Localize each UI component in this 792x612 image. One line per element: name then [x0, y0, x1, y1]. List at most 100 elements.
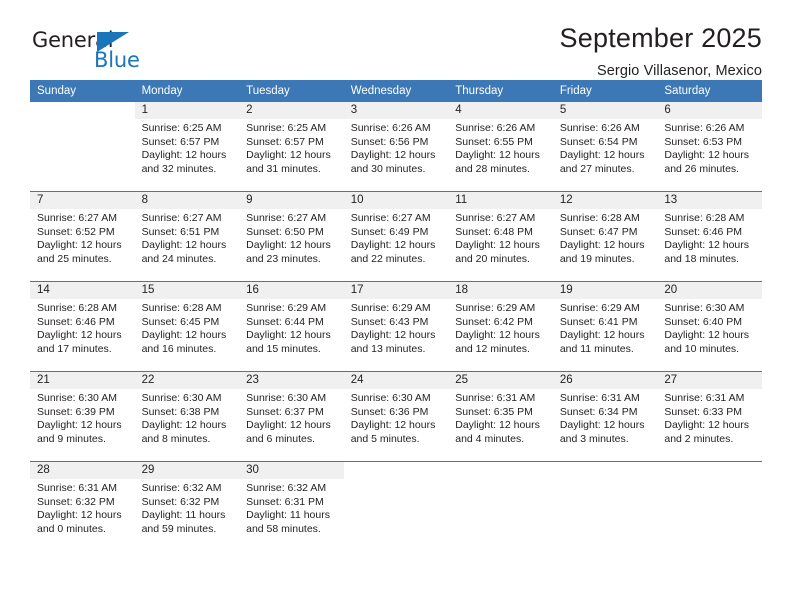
day-number: 10: [343, 192, 449, 209]
sunset-text: Sunset: 6:56 PM: [350, 135, 429, 148]
daylight-text: Daylight: 12 hours and 6 minutes.: [246, 419, 331, 445]
sunset-text: Sunset: 6:31 PM: [246, 495, 324, 508]
calendar-day-cell[interactable]: 3 Sunrise: 6:26 AM Sunset: 6:56 PM Daylight…: [343, 102, 449, 191]
calendar-day-cell[interactable]: 17 Sunrise: 6:29 AM Sunset: 6:43 PM Dayligh…: [343, 282, 449, 371]
daylight-text: Daylight: 12 hours and 4 minutes.: [455, 419, 540, 445]
calendar-day-cell[interactable]: 19 Sunrise: 6:29 AM Sunset: 6:41 PM Dayligh…: [552, 282, 658, 371]
sunset-text: Sunset: 6:47 PM: [559, 225, 638, 238]
day-number: 9: [239, 192, 344, 209]
weekday-header-saturday: Saturday: [657, 80, 762, 102]
calendar-day-cell[interactable]: 9 Sunrise: 6:27 AM Sunset: 6:50 PM Daylight…: [239, 192, 344, 281]
day-number: 15: [134, 282, 240, 299]
calendar-day-cell[interactable]: 2 Sunrise: 6:25 AM Sunset: 6:57 PM Daylight…: [239, 102, 344, 191]
calendar-day-cell[interactable]: 12 Sunrise: 6:28 AM Sunset: 6:47 PM Dayligh…: [552, 192, 658, 281]
sunset-text: Sunset: 6:52 PM: [37, 225, 115, 238]
sunset-text: Sunset: 6:53 PM: [664, 135, 743, 148]
calendar-day-cell[interactable]: 7 Sunrise: 6:27 AM Sunset: 6:52 PM Daylight…: [30, 192, 135, 281]
sunrise-text: Sunrise: 6:25 AM: [246, 122, 327, 134]
day-details: Sunrise: 6:31 AM Sunset: 6:32 PM Daylight:…: [30, 479, 135, 536]
day-details: Sunrise: 6:31 AM Sunset: 6:35 PM Daylight:…: [448, 389, 553, 446]
daylight-text: Daylight: 12 hours and 0 minutes.: [37, 509, 122, 535]
sunrise-text: Sunrise: 6:31 AM: [664, 392, 745, 404]
daylight-text: Daylight: 12 hours and 28 minutes.: [455, 149, 540, 175]
sunrise-text: Sunrise: 6:27 AM: [37, 212, 117, 224]
sunrise-text: Sunrise: 6:27 AM: [141, 212, 222, 224]
calendar-day-cell[interactable]: 23 Sunrise: 6:30 AM Sunset: 6:37 PM Dayligh…: [239, 372, 344, 461]
calendar-day-cell[interactable]: 25 Sunrise: 6:31 AM Sunset: 6:35 PM Dayligh…: [448, 372, 553, 461]
sunset-text: Sunset: 6:57 PM: [246, 135, 324, 148]
day-number: 25: [448, 372, 553, 389]
sunset-text: Sunset: 6:50 PM: [246, 225, 324, 238]
calendar-day-cell-empty: [657, 462, 762, 551]
calendar-day-cell[interactable]: 28 Sunrise: 6:31 AM Sunset: 6:32 PM Dayligh…: [30, 462, 135, 551]
sunrise-text: Sunrise: 6:30 AM: [664, 302, 745, 314]
calendar-day-cell[interactable]: 14 Sunrise: 6:28 AM Sunset: 6:46 PM Dayligh…: [30, 282, 135, 371]
calendar-day-cell[interactable]: 1 Sunrise: 6:25 AM Sunset: 6:57 PM Daylight…: [134, 102, 240, 191]
calendar-day-cell[interactable]: 10 Sunrise: 6:27 AM Sunset: 6:49 PM Dayligh…: [343, 192, 449, 281]
calendar-day-cell[interactable]: 8 Sunrise: 6:27 AM Sunset: 6:51 PM Daylight…: [134, 192, 240, 281]
calendar-day-cell[interactable]: 30 Sunrise: 6:32 AM Sunset: 6:31 PM Dayligh…: [239, 462, 344, 551]
sunrise-text: Sunrise: 6:32 AM: [246, 482, 327, 494]
daylight-text: Daylight: 12 hours and 20 minutes.: [455, 239, 540, 265]
weekday-header-monday: Monday: [134, 80, 240, 102]
day-details: Sunrise: 6:27 AM Sunset: 6:50 PM Daylight:…: [239, 209, 344, 266]
daylight-text: Daylight: 12 hours and 9 minutes.: [37, 419, 122, 445]
sunrise-text: Sunrise: 6:26 AM: [455, 122, 536, 134]
day-number: 13: [657, 192, 762, 209]
sunset-text: Sunset: 6:46 PM: [37, 315, 115, 328]
day-details: Sunrise: 6:30 AM Sunset: 6:37 PM Daylight:…: [239, 389, 344, 446]
day-number: 14: [30, 282, 135, 299]
calendar-day-cell[interactable]: 4 Sunrise: 6:26 AM Sunset: 6:55 PM Daylight…: [448, 102, 553, 191]
calendar-day-cell[interactable]: 21 Sunrise: 6:30 AM Sunset: 6:39 PM Dayligh…: [30, 372, 135, 461]
day-details: Sunrise: 6:30 AM Sunset: 6:40 PM Daylight:…: [657, 299, 762, 356]
sunset-text: Sunset: 6:33 PM: [664, 405, 743, 418]
calendar-day-cell[interactable]: 20 Sunrise: 6:30 AM Sunset: 6:40 PM Dayligh…: [657, 282, 762, 371]
day-number: 24: [343, 372, 449, 389]
calendar-week-row: 7 Sunrise: 6:27 AM Sunset: 6:52 PM Daylight…: [30, 191, 762, 282]
calendar-day-cell[interactable]: 6 Sunrise: 6:26 AM Sunset: 6:53 PM Daylight…: [657, 102, 762, 191]
calendar-day-cell[interactable]: 26 Sunrise: 6:31 AM Sunset: 6:34 PM Dayligh…: [552, 372, 658, 461]
sunrise-text: Sunrise: 6:26 AM: [664, 122, 745, 134]
day-details: Sunrise: 6:29 AM Sunset: 6:43 PM Daylight:…: [344, 299, 449, 356]
day-details: Sunrise: 6:28 AM Sunset: 6:46 PM Daylight:…: [30, 299, 135, 356]
daylight-text: Daylight: 12 hours and 16 minutes.: [141, 329, 227, 355]
calendar-day-cell[interactable]: 13 Sunrise: 6:28 AM Sunset: 6:46 PM Dayligh…: [657, 192, 762, 281]
day-details: Sunrise: 6:28 AM Sunset: 6:45 PM Daylight:…: [135, 299, 240, 356]
calendar-week-row: 1 Sunrise: 6:25 AM Sunset: 6:57 PM Daylight…: [30, 102, 762, 192]
general-blue-logo[interactable]: General Blue: [32, 24, 172, 76]
page-title: September 2025: [559, 23, 762, 53]
day-number: [657, 462, 762, 479]
daylight-text: Daylight: 12 hours and 3 minutes.: [559, 419, 645, 445]
day-details: Sunrise: 6:30 AM Sunset: 6:38 PM Daylight:…: [135, 389, 240, 446]
calendar-day-cell[interactable]: 27 Sunrise: 6:31 AM Sunset: 6:33 PM Dayligh…: [657, 372, 762, 461]
calendar-day-cell[interactable]: 16 Sunrise: 6:29 AM Sunset: 6:44 PM Dayligh…: [239, 282, 344, 371]
daylight-text: Daylight: 11 hours and 58 minutes.: [246, 509, 330, 535]
weekday-header-row: Sunday Monday Tuesday Wednesday Thursday Frid…: [30, 80, 762, 102]
calendar-day-cell[interactable]: 18 Sunrise: 6:29 AM Sunset: 6:42 PM Dayligh…: [448, 282, 553, 371]
day-number: 22: [134, 372, 240, 389]
calendar-day-cell[interactable]: 22 Sunrise: 6:30 AM Sunset: 6:38 PM Dayligh…: [134, 372, 240, 461]
sunset-text: Sunset: 6:38 PM: [141, 405, 220, 418]
calendar-week-row: 28 Sunrise: 6:31 AM Sunset: 6:32 PM Dayligh…: [30, 461, 762, 551]
sunrise-text: Sunrise: 6:27 AM: [455, 212, 536, 224]
day-number: 8: [134, 192, 240, 209]
title-block: September 2025 Sergio Villasenor, Mexico: [559, 23, 762, 78]
sunrise-text: Sunrise: 6:32 AM: [141, 482, 222, 494]
sunrise-text: Sunrise: 6:27 AM: [246, 212, 327, 224]
day-details: Sunrise: 6:28 AM Sunset: 6:46 PM Daylight:…: [657, 209, 762, 266]
calendar-day-cell[interactable]: 11 Sunrise: 6:27 AM Sunset: 6:48 PM Dayligh…: [448, 192, 553, 281]
calendar-day-cell-empty: [30, 102, 135, 191]
sunrise-text: Sunrise: 6:31 AM: [37, 482, 117, 494]
sunrise-text: Sunrise: 6:30 AM: [37, 392, 117, 404]
calendar-day-cell[interactable]: 29 Sunrise: 6:32 AM Sunset: 6:32 PM Dayligh…: [134, 462, 240, 551]
day-details: Sunrise: 6:29 AM Sunset: 6:42 PM Daylight:…: [448, 299, 553, 356]
day-number: 18: [448, 282, 553, 299]
day-number: 19: [552, 282, 658, 299]
sunset-text: Sunset: 6:32 PM: [141, 495, 220, 508]
day-details: Sunrise: 6:31 AM Sunset: 6:33 PM Daylight:…: [657, 389, 762, 446]
calendar-day-cell[interactable]: 15 Sunrise: 6:28 AM Sunset: 6:45 PM Dayligh…: [134, 282, 240, 371]
calendar-day-cell[interactable]: 24 Sunrise: 6:30 AM Sunset: 6:36 PM Dayligh…: [343, 372, 449, 461]
daylight-text: Daylight: 12 hours and 25 minutes.: [37, 239, 122, 265]
sunrise-text: Sunrise: 6:26 AM: [559, 122, 640, 134]
calendar-day-cell[interactable]: 5 Sunrise: 6:26 AM Sunset: 6:54 PM Daylight…: [552, 102, 658, 191]
